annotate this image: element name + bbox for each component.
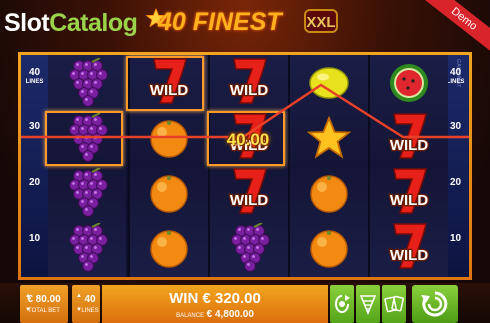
line-marker-number: 10 xyxy=(28,233,41,244)
paytable-button[interactable] xyxy=(356,285,380,323)
orange-icon xyxy=(290,220,368,275)
balance-line: BALANCE € 4,800.00 xyxy=(102,308,328,322)
line-marker-number: 20 xyxy=(449,177,462,188)
grapes-icon xyxy=(48,55,126,110)
orange-icon xyxy=(130,110,208,165)
wild-icon: WILD xyxy=(370,110,448,165)
wild-icon: WILD xyxy=(370,165,448,220)
line-marker-number: 40 xyxy=(28,67,41,78)
svg-text:WILD: WILD xyxy=(390,137,428,154)
svg-text:WILD: WILD xyxy=(230,192,268,209)
svg-text:WILD: WILD xyxy=(390,192,428,209)
game-frame: SlotCatalog 40 FINEST XXL Demo 40 LINES 30… xyxy=(0,0,490,323)
gamble-button[interactable] xyxy=(330,285,354,323)
left-line-marker: 20 xyxy=(21,177,48,189)
reel-window: 40 LINES 30 20 10 GAMOMAT 40 LINES 30 20 10 WILD… xyxy=(21,55,469,277)
xxl-badge: XXL xyxy=(304,9,338,33)
win-highlight-box xyxy=(126,56,204,111)
line-marker-number: 30 xyxy=(28,121,41,132)
line-marker-number: 30 xyxy=(449,121,462,132)
win-highlight-box xyxy=(45,111,123,166)
line-marker-label: LINES xyxy=(25,79,44,85)
line-marker-number: 10 xyxy=(449,233,462,244)
left-line-marker: 10 xyxy=(21,233,48,245)
site-logo: SlotCatalog xyxy=(4,4,138,42)
control-bar: ▲ ▼ € 80.00 TOTAL BET ▲ ▼ 40 LINES WIN € 3… xyxy=(0,283,490,323)
total-bet-button[interactable]: ▲ ▼ € 80.00 TOTAL BET xyxy=(20,285,68,323)
svg-text:WILD: WILD xyxy=(230,82,268,99)
orange-icon xyxy=(130,165,208,220)
reel-1 xyxy=(48,55,126,277)
bet-arrows-icon: ▲ ▼ xyxy=(25,293,31,313)
lemon-icon xyxy=(290,55,368,110)
grapes-icon xyxy=(48,165,126,220)
paytable-icon xyxy=(360,295,376,315)
line-marker-number: 40 xyxy=(449,67,462,78)
reel-3: WILD WILD WILD xyxy=(208,55,288,277)
site-logo-text-1: Slot xyxy=(4,9,50,37)
line-panel-left: 40 LINES 30 20 10 xyxy=(21,55,48,277)
grapes-icon xyxy=(48,220,126,275)
demo-ribbon: Demo xyxy=(420,0,490,56)
site-logo-text-2: Catalog xyxy=(49,9,138,37)
line-win-amount: 40.00 xyxy=(226,130,270,149)
gamble-icon xyxy=(334,295,350,314)
left-line-marker: 40 LINES xyxy=(21,67,48,86)
lines-arrows-icon: ▲ ▼ xyxy=(76,293,82,313)
reel-area: 40 LINES 30 20 10 GAMOMAT 40 LINES 30 20 10 WILD… xyxy=(18,52,472,280)
line-marker-number: 20 xyxy=(28,177,41,188)
spin-icon xyxy=(421,291,448,317)
orange-icon xyxy=(290,165,368,220)
lines-button[interactable]: ▲ ▼ 40 LINES xyxy=(72,285,100,323)
wild-icon: WILD xyxy=(210,55,288,110)
game-title: 40 FINEST xyxy=(158,8,282,36)
win-panel: WIN € 320.00 BALANCE € 4,800.00 xyxy=(102,285,328,323)
win-amount: WIN € 320.00 xyxy=(169,290,261,307)
wild-icon: WILD xyxy=(210,165,288,220)
grapes-icon xyxy=(210,220,288,275)
wild-icon: WILD xyxy=(370,220,448,275)
left-line-marker: 30 xyxy=(21,121,48,133)
spin-button[interactable] xyxy=(412,285,458,323)
watermelon-icon xyxy=(370,55,448,110)
cards-icon xyxy=(384,295,404,313)
balance-value: € 4,800.00 xyxy=(206,309,254,320)
balance-label: BALANCE xyxy=(176,313,205,319)
cards-button[interactable] xyxy=(382,285,406,323)
svg-text:WILD: WILD xyxy=(390,247,428,264)
star-icon xyxy=(290,110,368,165)
orange-icon xyxy=(130,220,208,275)
reel-4 xyxy=(288,55,368,277)
reel-5: WILD WILD WILD xyxy=(368,55,448,277)
